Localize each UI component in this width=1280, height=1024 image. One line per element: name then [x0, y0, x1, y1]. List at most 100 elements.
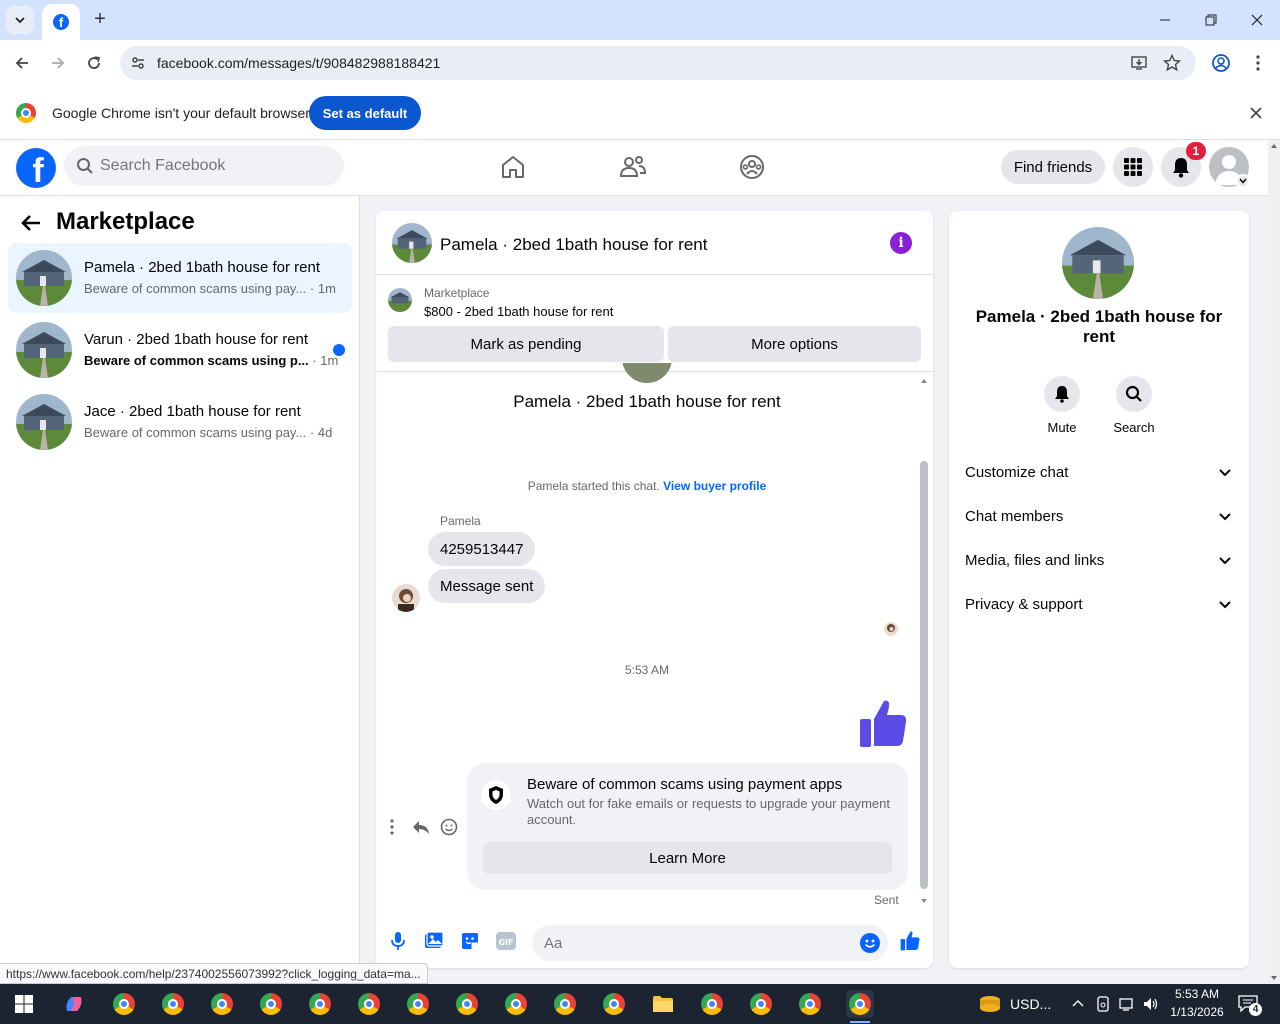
conversation-preview-text: Beware of common scams using pay... [84, 425, 307, 440]
customize-chat-section[interactable]: Customize chat [965, 461, 1233, 485]
voice-clip-button[interactable] [386, 929, 410, 953]
tab-search-button[interactable] [6, 6, 34, 34]
chrome-taskbar-button[interactable] [110, 990, 138, 1018]
facebook-search-input[interactable] [100, 146, 330, 186]
message-bubble[interactable]: Message sent [428, 569, 546, 603]
conversation-preview: Beware of common scams using pay... · 1m [84, 281, 336, 296]
chrome-taskbar-button[interactable] [257, 990, 285, 1018]
listing-thumbnail[interactable] [388, 288, 412, 312]
more-actions-icon[interactable] [389, 819, 395, 835]
search-in-conversation-button[interactable]: Search [1104, 376, 1164, 435]
learn-more-button[interactable]: Learn More [483, 842, 892, 874]
clock-time[interactable]: 5:53 AM [1166, 987, 1228, 1001]
start-button[interactable] [10, 990, 38, 1018]
message-input-box[interactable] [532, 925, 888, 961]
set-as-default-button[interactable]: Set as default [309, 96, 421, 130]
show-hidden-icons-icon[interactable] [1071, 998, 1085, 1008]
conversation-preview-text: Beware of common scams using pay... [84, 281, 307, 296]
device-icon[interactable] [1095, 996, 1111, 1012]
site-info-icon[interactable] [128, 53, 148, 73]
file-explorer-taskbar-button[interactable] [649, 990, 677, 1018]
chrome-logo-icon [16, 103, 36, 123]
groups-nav-button[interactable] [737, 152, 767, 182]
chrome-taskbar-button[interactable] [502, 990, 530, 1018]
chrome-taskbar-button[interactable] [600, 990, 628, 1018]
chrome-taskbar-button[interactable] [747, 990, 775, 1018]
volume-icon[interactable] [1142, 996, 1160, 1012]
mark-as-pending-button[interactable]: Mark as pending [388, 326, 664, 362]
chrome-profile-button[interactable] [1207, 49, 1235, 77]
conversation-item[interactable]: Jace · 2bed 1bath house for rent Beware … [8, 387, 352, 457]
send-like-button[interactable] [898, 929, 922, 953]
chrome-taskbar-button[interactable] [796, 990, 824, 1018]
emoji-icon[interactable] [860, 933, 880, 953]
browser-tab-facebook[interactable]: f [42, 4, 80, 40]
infobar-close-button[interactable] [1250, 103, 1262, 124]
conversation-info-button[interactable]: i [890, 232, 912, 254]
minimize-button[interactable] [1142, 0, 1188, 40]
network-icon[interactable] [1118, 996, 1136, 1012]
facebook-search-box[interactable] [64, 146, 344, 186]
chrome-taskbar-button[interactable] [551, 990, 579, 1018]
svg-text:GIF: GIF [498, 938, 513, 947]
page-scrollbar[interactable] [1268, 140, 1280, 984]
back-button[interactable] [8, 49, 36, 77]
listing-price-title[interactable]: $800 - 2bed 1bath house for rent [424, 304, 613, 319]
chrome-taskbar-button[interactable] [208, 990, 236, 1018]
chat-title[interactable]: Pamela · 2bed 1bath house for rent [440, 235, 707, 255]
install-app-icon[interactable] [1129, 53, 1151, 73]
close-window-button[interactable] [1234, 0, 1280, 40]
conversation-item[interactable]: Varun · 2bed 1bath house for rent Beware… [8, 315, 352, 385]
chrome-taskbar-button[interactable] [306, 990, 334, 1018]
sender-avatar[interactable] [392, 584, 420, 612]
reload-button[interactable] [80, 49, 108, 77]
back-arrow-button[interactable] [20, 212, 44, 236]
home-nav-button[interactable] [498, 152, 528, 182]
menu-button[interactable] [1113, 147, 1153, 187]
reply-icon[interactable] [412, 819, 430, 835]
sent-like-thumbs-up-icon[interactable] [858, 697, 908, 751]
more-options-button[interactable]: More options [668, 326, 921, 362]
react-emoji-icon[interactable] [440, 818, 458, 836]
privacy-support-section[interactable]: Privacy & support [965, 593, 1233, 617]
forward-button[interactable] [44, 49, 72, 77]
copilot-taskbar-button[interactable] [60, 990, 88, 1018]
facebook-logo-icon[interactable]: f [16, 148, 56, 188]
chat-scroll-thumb[interactable] [920, 461, 928, 889]
find-friends-button[interactable]: Find friends [1001, 150, 1105, 184]
mute-button[interactable]: Mute [1032, 376, 1092, 435]
new-tab-button[interactable]: + [88, 8, 112, 32]
chrome-taskbar-button[interactable] [698, 990, 726, 1018]
section-title: Customize chat [965, 464, 1069, 481]
scam-warning-body: Watch out for fake emails or requests to… [527, 796, 890, 827]
chrome-taskbar-button-active[interactable] [846, 990, 874, 1018]
chat-listing-thumbnail[interactable] [392, 223, 432, 263]
currency-widget[interactable] [976, 990, 1004, 1018]
attach-photo-button[interactable] [422, 929, 446, 953]
address-bar[interactable]: facebook.com/messages/t/908482988188421 [120, 46, 1196, 80]
message-input[interactable] [544, 925, 844, 961]
gif-icon: GIF [496, 932, 516, 950]
message-bubble[interactable]: 4259513447 [428, 532, 536, 566]
account-caret-icon[interactable] [1236, 174, 1250, 188]
bookmark-star-icon[interactable] [1161, 53, 1183, 73]
chat-scrollbar[interactable] [918, 376, 930, 906]
clock-date[interactable]: 1/13/2026 [1166, 1005, 1228, 1019]
conversation-item[interactable]: Pamela · 2bed 1bath house for rent Bewar… [8, 243, 352, 313]
chat-members-section[interactable]: Chat members [965, 505, 1233, 529]
close-icon [1251, 14, 1263, 26]
conversation-preview: Beware of common scams using p... · 1m [84, 353, 338, 368]
chrome-taskbar-button[interactable] [453, 990, 481, 1018]
view-buyer-profile-link[interactable]: View buyer profile [663, 479, 766, 493]
restore-button[interactable] [1188, 0, 1234, 40]
chrome-taskbar-button[interactable] [159, 990, 187, 1018]
chrome-menu-button[interactable] [1244, 49, 1272, 77]
chrome-taskbar-button[interactable] [355, 990, 383, 1018]
chrome-taskbar-button[interactable] [404, 990, 432, 1018]
sticker-button[interactable] [458, 929, 482, 953]
notification-center-button[interactable]: 4 [1238, 994, 1262, 1016]
gif-button[interactable]: GIF [494, 929, 518, 953]
friends-nav-button[interactable] [618, 152, 648, 182]
media-files-links-section[interactable]: Media, files and links [965, 549, 1233, 573]
conversation-name: Varun · 2bed 1bath house for rent [84, 331, 309, 348]
